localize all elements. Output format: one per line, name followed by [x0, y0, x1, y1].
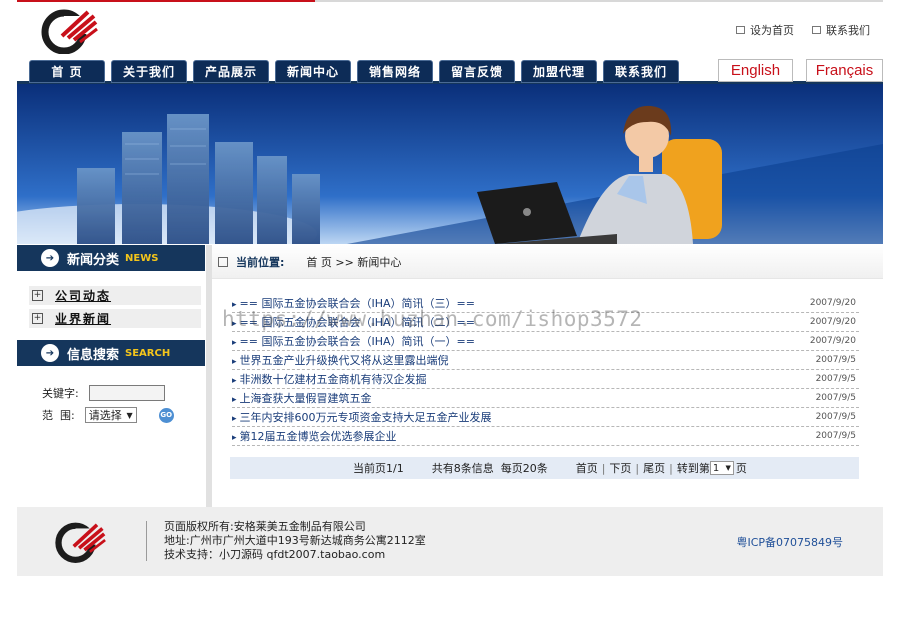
range-label: 范 围:: [42, 409, 75, 422]
footer-info: 页面版权所有:安格莱美五金制品有限公司 地址:广州市广州大道中193号新达城商务…: [164, 520, 426, 562]
pager-separator: |: [601, 461, 606, 475]
news-date: 2007/9/5: [815, 374, 856, 384]
category-list: + 公司动态 + 业界新闻: [17, 286, 205, 329]
lang-english-button[interactable]: English: [718, 59, 793, 82]
nav-sales[interactable]: 销售网络: [357, 60, 433, 83]
contact-link[interactable]: 联系我们: [812, 22, 870, 38]
main-nav: 首 页 关于我们 产品展示 新闻中心 销售网络 留言反馈 加盟代理 联系我们 E…: [17, 58, 883, 84]
pager-goto-label: 转到第: [676, 462, 710, 475]
keyword-input[interactable]: [88, 385, 165, 401]
category-company-news[interactable]: + 公司动态: [29, 286, 201, 306]
pager-separator: |: [669, 461, 673, 475]
search-title: 信息搜索: [67, 347, 120, 363]
news-row[interactable]: 世界五金产业升级换代又将从这里露出端倪 2007/9/5: [232, 351, 859, 370]
pager-next-link[interactable]: 下页: [609, 460, 631, 476]
news-category-title: 新闻分类: [67, 252, 120, 268]
pager-page-suffix: 页: [735, 462, 747, 475]
news-title[interactable]: 上海查获大量假冒建筑五金: [232, 390, 372, 406]
expand-icon: +: [32, 313, 43, 324]
news-date: 2007/9/20: [809, 336, 856, 346]
icp-link[interactable]: 粤ICP备07075849号: [736, 534, 843, 550]
breadcrumb-label: 当前位置:: [236, 255, 285, 269]
news-title[interactable]: == 国际五金协会联合会（IHA）简讯（一）==: [232, 333, 475, 349]
mail-icon: [812, 26, 821, 34]
news-title[interactable]: 非洲数十亿建材五金商机有待汉企发掘: [232, 371, 427, 387]
arrow-right-icon: ➔: [41, 249, 59, 267]
main-content: 当前位置: 首 页 >> 新闻中心 == 国际五金协会联合会（IHA）简讯（三）…: [212, 245, 883, 507]
news-row[interactable]: 三年内安排600万元专项资金支持大足五金产业发展 2007/9/5: [232, 408, 859, 427]
news-date: 2007/9/5: [815, 431, 856, 441]
news-row[interactable]: 上海查获大量假冒建筑五金 2007/9/5: [232, 389, 859, 408]
dropdown-arrow-icon: ▼: [126, 410, 133, 420]
category-label: 公司动态: [55, 289, 112, 303]
footer: 页面版权所有:安格莱美五金制品有限公司 地址:广州市广州大道中193号新达城商务…: [17, 507, 883, 576]
news-row[interactable]: == 国际五金协会联合会（IHA）简讯（一）== 2007/9/20: [232, 332, 859, 351]
category-label: 业界新闻: [55, 312, 112, 326]
news-row[interactable]: 第12届五金博览会优选参展企业 2007/9/5: [232, 427, 859, 446]
news-date: 2007/9/20: [809, 317, 856, 327]
category-industry-news[interactable]: + 业界新闻: [29, 309, 201, 329]
news-title[interactable]: 第12届五金博览会优选参展企业: [232, 428, 397, 444]
footer-address: 地址:广州市广州大道中193号新达城商务公寓2112室: [164, 534, 426, 547]
keyword-row: 关键字:: [42, 385, 165, 401]
arrow-right-icon: ➔: [41, 344, 59, 362]
nav-franchise[interactable]: 加盟代理: [521, 60, 597, 83]
news-category-title-en: NEWS: [125, 252, 159, 264]
nav-feedback[interactable]: 留言反馈: [439, 60, 515, 83]
expand-icon: +: [32, 290, 43, 301]
breadcrumb-path[interactable]: 首 页 >> 新闻中心: [306, 254, 401, 270]
range-row: 范 围: 请选择 ▼ GO: [42, 407, 174, 423]
footer-divider: [146, 521, 147, 561]
news-title[interactable]: 三年内安排600万元专项资金支持大足五金产业发展: [232, 409, 492, 425]
search-title-en: SEARCH: [125, 347, 171, 359]
nav-contact[interactable]: 联系我们: [603, 60, 679, 83]
news-row[interactable]: 非洲数十亿建材五金商机有待汉企发掘 2007/9/5: [232, 370, 859, 389]
news-date: 2007/9/5: [815, 393, 856, 403]
hero-banner: [17, 84, 883, 244]
footer-support[interactable]: 技术支持：小刀源码 qfdt2007.taobao.com: [164, 548, 426, 562]
range-select[interactable]: 请选择 ▼: [84, 407, 137, 423]
nav-news[interactable]: 新闻中心: [275, 60, 351, 83]
set-home-link[interactable]: 设为首页: [736, 22, 794, 38]
dropdown-arrow-icon: ▼: [725, 464, 731, 472]
nav-about[interactable]: 关于我们: [111, 60, 187, 83]
footer-copyright: 页面版权所有:安格莱美五金制品有限公司: [164, 520, 366, 533]
search-header: ➔ 信息搜索 SEARCH: [17, 340, 205, 366]
top-rule-accent: [17, 0, 315, 2]
page-select[interactable]: 1 ▼: [709, 461, 734, 475]
pager-summary: 共有8条信息 每页20条: [431, 462, 548, 475]
contact-label: 联系我们: [826, 24, 870, 37]
nav-home[interactable]: 首 页: [29, 60, 105, 83]
set-home-label: 设为首页: [750, 24, 794, 37]
top-rule: [17, 0, 883, 2]
go-button[interactable]: GO: [158, 407, 174, 423]
watermark-text: https://www.huzhan.com/ishop3572: [222, 307, 643, 331]
breadcrumb: 当前位置: 首 页 >> 新闻中心: [212, 245, 883, 279]
news-date: 2007/9/5: [815, 412, 856, 422]
pager-last-link[interactable]: 尾页: [643, 460, 665, 476]
pager-separator: |: [635, 461, 640, 475]
home-icon: [736, 26, 745, 34]
news-date: 2007/9/20: [809, 298, 856, 308]
news-category-header: ➔ 新闻分类 NEWS: [17, 245, 205, 271]
pager-first-link[interactable]: 首页: [576, 460, 598, 476]
news-title[interactable]: 世界五金产业升级换代又将从这里露出端倪: [232, 352, 449, 368]
page-select-value: 1: [712, 462, 720, 474]
range-select-value: 请选择: [88, 409, 122, 422]
pagination: 当前页1/1 共有8条信息 每页20条 首页 | 下页 | 尾页 | 转到第 1…: [230, 457, 859, 479]
keyword-label: 关键字:: [42, 387, 79, 400]
lang-french-button[interactable]: Français: [806, 59, 883, 82]
company-logo[interactable]: [40, 6, 98, 54]
footer-logo: [55, 522, 106, 563]
breadcrumb-icon: [218, 256, 228, 267]
top-links: 设为首页 联系我们: [736, 22, 870, 38]
news-date: 2007/9/5: [815, 355, 856, 365]
pager-current: 当前页1/1: [353, 462, 404, 475]
nav-products[interactable]: 产品展示: [193, 60, 269, 83]
left-sidebar: ➔ 新闻分类 NEWS + 公司动态 + 业界新闻 ➔ 信息搜索 SEARCH 关键…: [17, 245, 205, 507]
